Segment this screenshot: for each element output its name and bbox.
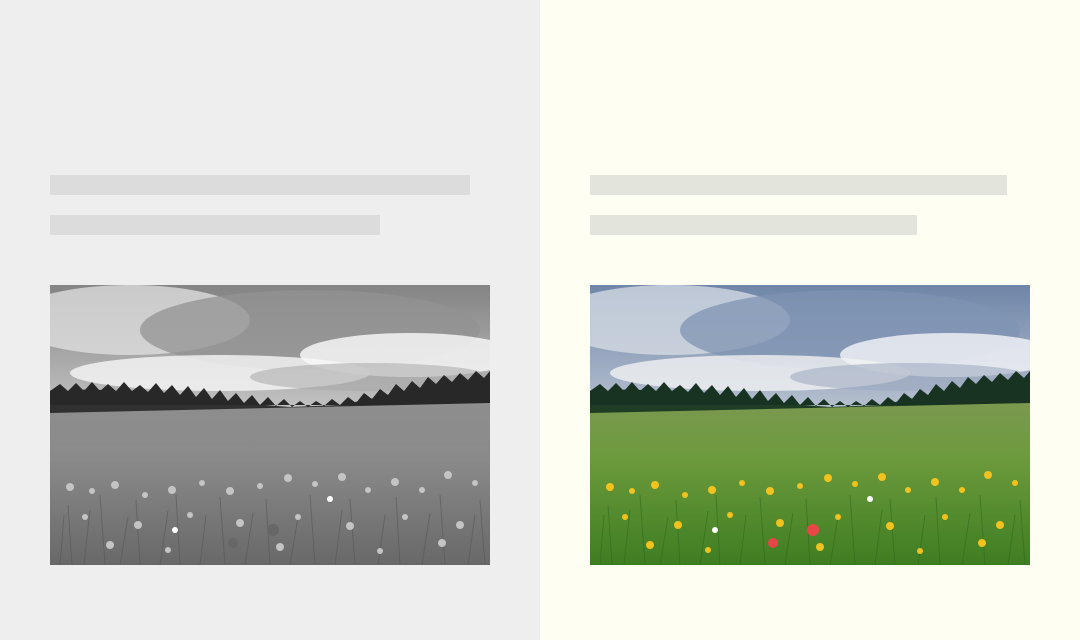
meadow-landscape-image-color — [590, 285, 1030, 565]
panel-color-variant — [540, 0, 1080, 640]
panel-grayscale-variant — [0, 0, 540, 640]
meadow-landscape-image-grayscale — [50, 285, 490, 565]
meadow-landscape-illustration — [50, 285, 490, 565]
skeleton-text-line — [590, 215, 917, 235]
skeleton-text-line — [50, 215, 380, 235]
meadow-landscape-illustration — [590, 285, 1030, 565]
skeleton-text-line — [50, 175, 470, 195]
skeleton-text-line — [590, 175, 1007, 195]
layout-comparison — [0, 0, 1080, 640]
